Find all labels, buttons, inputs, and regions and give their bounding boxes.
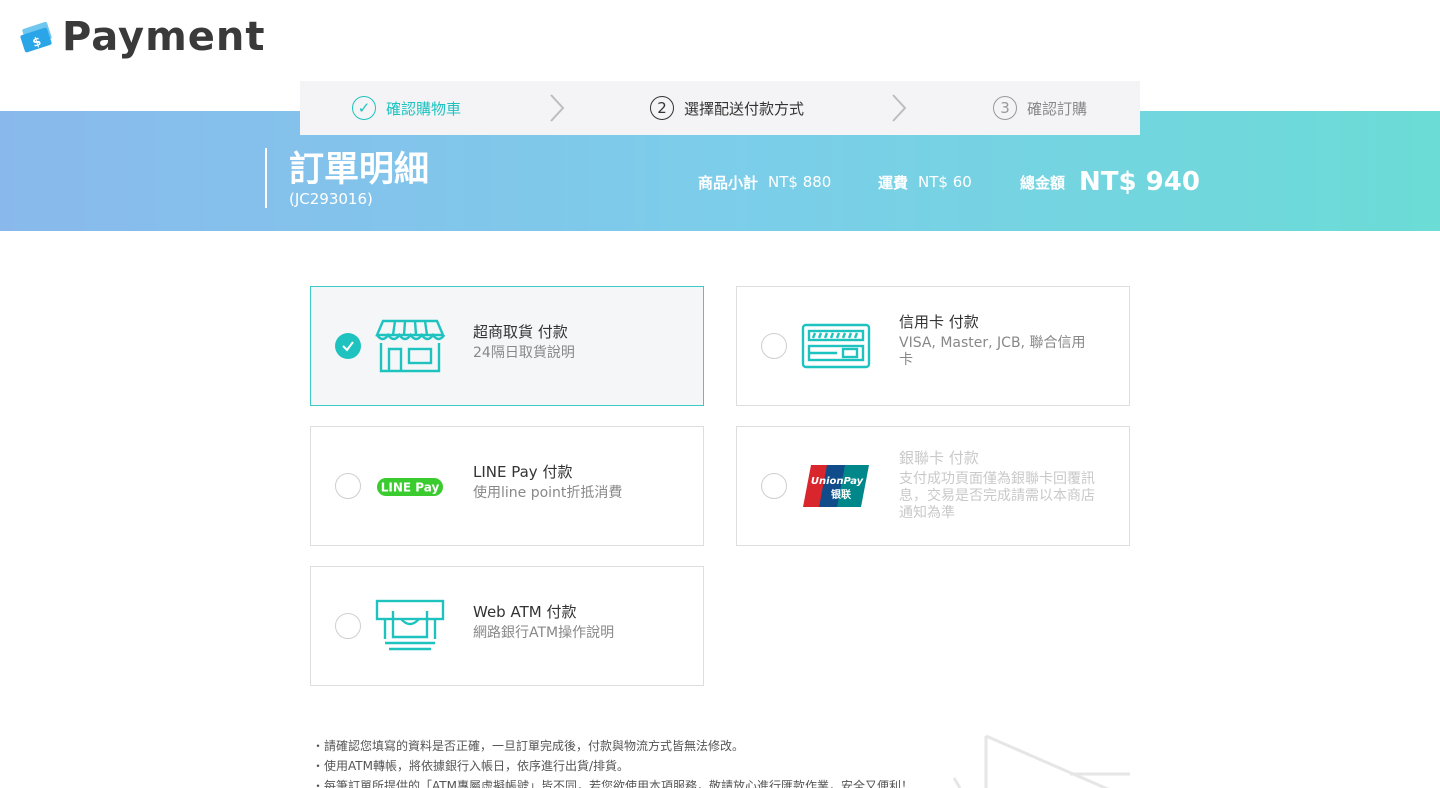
order-details-header: 訂單明細 (JC293016): [265, 148, 429, 208]
payment-option-line-pay[interactable]: LINE Pay LINE Pay 付款 使用line point折抵消費: [310, 426, 704, 546]
step-number: 2: [650, 96, 674, 120]
step-confirm-order: 3 確認訂購: [993, 81, 1087, 135]
payment-option-text: LINE Pay 付款 使用line point折抵消費: [473, 461, 673, 502]
payment-description: 使用line point折抵消費: [473, 485, 623, 501]
payment-option-text: 超商取貨 付款 24隔日取貨說明: [473, 321, 673, 362]
wallet-card-icon: $: [20, 21, 52, 53]
check-icon: [342, 341, 354, 352]
chevron-right-icon: [550, 94, 565, 122]
payment-title: 超商取貨 付款: [473, 323, 568, 341]
credit-card-icon: [801, 323, 871, 369]
note-line: ・使用ATM轉帳，將依據銀行入帳日，依序進行出貨/排貨。: [312, 759, 630, 773]
payment-option-text: 銀聯卡 付款 支付成功頁面僅為銀聯卡回覆訊息，交易是否完成請需以本商店通知為準: [899, 447, 1099, 522]
step-select-shipping-payment: 2 選擇配送付款方式: [650, 81, 804, 135]
payment-title: Web ATM 付款: [473, 603, 577, 621]
payment-option-text: Web ATM 付款 網路銀行ATM操作說明: [473, 601, 673, 642]
radio-selected[interactable]: [335, 333, 361, 359]
payment-option-text: 信用卡 付款 VISA, Master, JCB, 聯合信用卡: [899, 311, 1099, 369]
total-value: NT$ 940: [1079, 167, 1200, 197]
payment-title: 銀聯卡 付款: [899, 449, 979, 467]
note-line: ・每筆訂單所提供的「ATM專屬虛擬帳號」皆不同，若您欲使用本項服務，敬請放心進行…: [312, 779, 913, 788]
decorative-illustration: [952, 734, 1130, 788]
shipping-label: 運費: [878, 173, 909, 192]
step-label: 選擇配送付款方式: [684, 99, 805, 118]
check-icon: ✓: [352, 96, 376, 120]
atm-icon: [375, 599, 445, 651]
checkout-steps: ✓ 確認購物車 2 選擇配送付款方式 3 確認訂購: [300, 81, 1140, 135]
payment-description: 網路銀行ATM操作說明: [473, 625, 615, 641]
svg-text:UnionPay: UnionPay: [811, 476, 864, 487]
subtotal-value: NT$ 880: [768, 173, 832, 191]
store-icon: [375, 319, 445, 373]
step-label: 確認購物車: [386, 99, 462, 118]
radio-unselected[interactable]: [335, 613, 361, 639]
subtotal-summary: 商品小計 NT$ 880: [698, 165, 831, 199]
payment-option-store-pickup[interactable]: 超商取貨 付款 24隔日取貨說明: [310, 286, 704, 406]
payment-option-unionpay[interactable]: UnionPay 银联 銀聯卡 付款 支付成功頁面僅為銀聯卡回覆訊息，交易是否完…: [736, 426, 1130, 546]
payment-option-credit-card[interactable]: 信用卡 付款 VISA, Master, JCB, 聯合信用卡: [736, 286, 1130, 406]
note-line: ・請確認您填寫的資料是否正確，一旦訂單完成後，付款與物流方式皆無法修改。: [312, 739, 745, 753]
step-confirm-cart[interactable]: ✓ 確認購物車: [352, 81, 461, 135]
shipping-summary: 運費 NT$ 60: [878, 165, 972, 199]
svg-text:银联: 银联: [831, 488, 851, 501]
radio-unselected[interactable]: [335, 473, 361, 499]
brand-name: Payment: [62, 14, 266, 60]
payment-title: 信用卡 付款: [899, 313, 979, 331]
payment-description: 24隔日取貨說明: [473, 345, 575, 361]
brand-logo[interactable]: $ Payment: [20, 14, 265, 60]
unionpay-logo: UnionPay 银联: [803, 465, 869, 507]
line-pay-logo: LINE Pay: [377, 478, 443, 496]
total-summary: 總金額 NT$ 940: [1020, 165, 1200, 199]
step-number: 3: [993, 96, 1017, 120]
payment-description: 支付成功頁面僅為銀聯卡回覆訊息，交易是否完成請需以本商店通知為準: [899, 471, 1095, 521]
total-label: 總金額: [1020, 173, 1066, 192]
payment-title: LINE Pay 付款: [473, 463, 573, 481]
order-title: 訂單明細: [289, 150, 430, 190]
order-id: (JC293016): [289, 190, 373, 208]
step-label: 確認訂購: [1027, 99, 1088, 118]
payment-notes: ・請確認您填寫的資料是否正確，一旦訂單完成後，付款與物流方式皆無法修改。 ・使用…: [312, 736, 913, 788]
svg-text:LINE Pay: LINE Pay: [381, 481, 440, 495]
chevron-right-icon: [892, 94, 907, 122]
payment-option-web-atm[interactable]: Web ATM 付款 網路銀行ATM操作說明: [310, 566, 704, 686]
subtotal-label: 商品小計: [698, 173, 759, 192]
radio-unselected[interactable]: [761, 333, 787, 359]
payment-description: VISA, Master, JCB, 聯合信用卡: [899, 335, 1086, 368]
shipping-value: NT$ 60: [918, 173, 972, 191]
radio-unselected[interactable]: [761, 473, 787, 499]
